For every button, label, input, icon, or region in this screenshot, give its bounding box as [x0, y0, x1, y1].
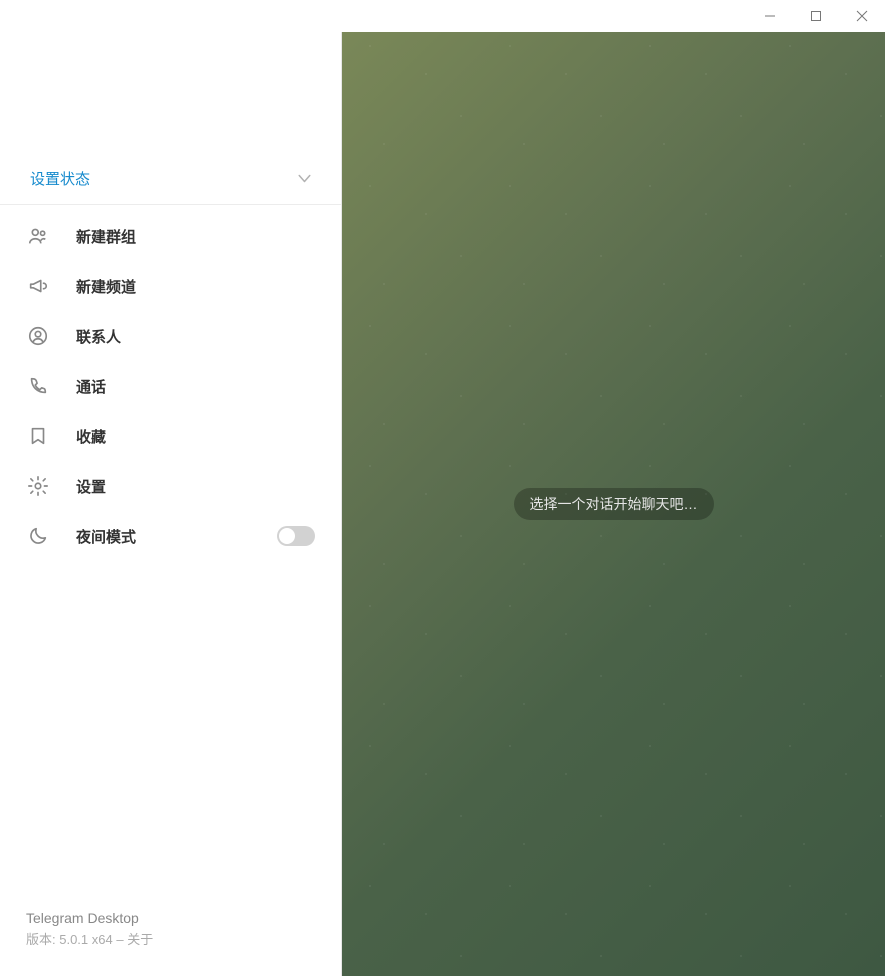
menu-label: 通话	[76, 376, 106, 397]
profile-area	[0, 32, 341, 157]
menu-label: 联系人	[76, 326, 121, 347]
moon-icon	[26, 524, 50, 548]
menu-item-contacts[interactable]: 联系人	[0, 311, 341, 361]
sidebar: 设置状态 新建群组 新建频道 联系人	[0, 32, 342, 976]
main-layout: 设置状态 新建群组 新建频道 联系人	[0, 32, 885, 976]
chevron-down-icon	[296, 170, 314, 188]
menu-label: 设置	[76, 476, 106, 497]
menu-item-settings[interactable]: 设置	[0, 461, 341, 511]
menu-label: 夜间模式	[76, 526, 136, 547]
group-icon	[26, 224, 50, 248]
megaphone-icon	[26, 274, 50, 298]
status-row: 设置状态	[0, 157, 341, 205]
expand-button[interactable]	[291, 170, 314, 188]
version-separator: –	[113, 932, 127, 947]
content-area: 选择一个对话开始聊天吧…	[342, 32, 885, 976]
minimize-button[interactable]	[747, 0, 793, 32]
contacts-icon	[26, 324, 50, 348]
menu-label: 新建频道	[76, 276, 136, 297]
version-prefix: 版本:	[26, 932, 59, 947]
sidebar-footer: Telegram Desktop 版本: 5.0.1 x64 – 关于	[0, 910, 341, 976]
titlebar	[0, 0, 885, 32]
menu-item-new-group[interactable]: 新建群组	[0, 211, 341, 261]
night-mode-toggle[interactable]	[277, 526, 315, 546]
menu-item-new-channel[interactable]: 新建频道	[0, 261, 341, 311]
version-value: 5.0.1 x64	[59, 932, 113, 947]
menu-item-night-mode[interactable]: 夜间模式	[0, 511, 341, 561]
bookmark-icon	[26, 424, 50, 448]
app-name: Telegram Desktop	[26, 910, 315, 926]
maximize-icon	[810, 10, 822, 22]
maximize-button[interactable]	[793, 0, 839, 32]
empty-chat-hint: 选择一个对话开始聊天吧…	[514, 488, 714, 520]
minimize-icon	[764, 10, 776, 22]
phone-icon	[26, 374, 50, 398]
set-status-link[interactable]: 设置状态	[30, 168, 90, 189]
menu-label: 新建群组	[76, 226, 136, 247]
menu-list: 新建群组 新建频道 联系人 通话	[0, 205, 341, 561]
about-link[interactable]: 关于	[127, 932, 153, 947]
menu-item-saved[interactable]: 收藏	[0, 411, 341, 461]
menu-label: 收藏	[76, 426, 106, 447]
gear-icon	[26, 474, 50, 498]
version-row: 版本: 5.0.1 x64 – 关于	[26, 929, 315, 948]
menu-item-calls[interactable]: 通话	[0, 361, 341, 411]
close-icon	[856, 10, 868, 22]
close-button[interactable]	[839, 0, 885, 32]
